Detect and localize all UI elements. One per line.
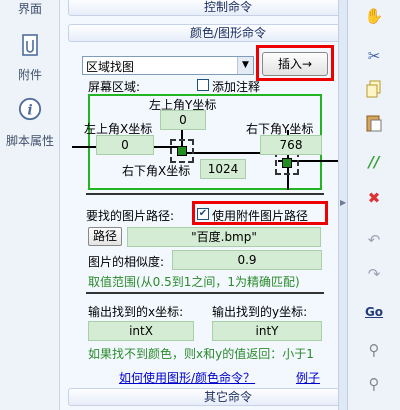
crosshair-icon[interactable]	[170, 139, 194, 163]
comment-icon[interactable]: //	[364, 152, 384, 172]
similarity-value: 0.9	[237, 253, 257, 267]
bottom-right-y-value: 768	[279, 138, 303, 152]
output-x-label: 输出找到的x坐标:	[88, 305, 184, 319]
command-panel: 控制命令 ︾ 颜色/图形命令 ︽ 区域找图 ▼ 插入→ 屏幕区域: 添加注释 左…	[60, 0, 388, 410]
output-x-field[interactable]: intX	[88, 321, 194, 341]
find-next-icon[interactable]: ⚲	[364, 374, 384, 394]
uncomment-icon[interactable]: ✖	[364, 188, 384, 208]
add-comment-checkbox[interactable]	[197, 79, 209, 91]
hand-icon[interactable]: ✋	[364, 6, 384, 26]
path-button[interactable]: 路径	[88, 227, 122, 246]
highlight-insert	[256, 45, 334, 81]
goto-icon[interactable]: Go	[364, 302, 384, 322]
image-path-label: 要找的图片路径:	[86, 209, 175, 223]
image-path-field[interactable]: "百度.bmp"	[127, 227, 321, 247]
bottom-right-y-field[interactable]: 768	[260, 135, 322, 155]
chevron-down-icon[interactable]: ▼	[237, 57, 253, 74]
nav-label-script-props: 脚本属性	[5, 134, 54, 148]
section-label: 控制命令	[203, 0, 252, 14]
splitter-arrow-icon[interactable]: ▶	[340, 198, 346, 207]
output-y-field[interactable]: intY	[212, 321, 322, 341]
command-select[interactable]: 区域找图 ▼	[82, 56, 254, 75]
command-select-value: 区域找图	[86, 60, 135, 74]
bottom-right-x-value: 1024	[207, 162, 239, 176]
section-label: 颜色/图形命令	[189, 26, 267, 40]
nav-item-script-props[interactable]: 脚本属性	[0, 132, 60, 149]
example-link[interactable]: 例子	[296, 369, 320, 386]
copy-icon[interactable]	[364, 80, 384, 100]
notfound-hint: 如果找不到颜色，则x和y的值返回：小于1	[88, 347, 314, 361]
attachment-icon[interactable]	[18, 32, 42, 58]
splitter[interactable]: ▶	[338, 0, 348, 410]
top-left-x-value: 0	[121, 138, 129, 152]
highlight-use-attachment	[192, 201, 328, 225]
find-icon[interactable]: ⚲	[364, 340, 384, 360]
bottom-right-x-label: 右下角X坐标	[122, 164, 191, 178]
paste-icon[interactable]	[364, 114, 384, 134]
howto-link[interactable]: 如何使用图形/颜色命令？	[119, 369, 255, 386]
nav-item-attachment[interactable]: 附件	[0, 66, 60, 83]
output-x-value: intX	[129, 324, 153, 338]
divider	[86, 292, 324, 294]
section-label: 其它命令	[203, 390, 252, 404]
nav-label-interface: 界面	[17, 2, 42, 16]
top-left-y-value: 0	[179, 113, 187, 127]
info-icon[interactable]: i	[18, 96, 42, 122]
similarity-field[interactable]: 0.9	[172, 250, 322, 270]
goto-label: Go	[364, 305, 384, 319]
output-y-value: intY	[255, 324, 279, 338]
top-left-x-field[interactable]: 0	[96, 135, 154, 155]
right-toolbar: ✋ ✂ // ✖ ↶ ↷ Go ⚲ ⚲	[348, 0, 400, 410]
path-button-label: 路径	[92, 229, 117, 243]
output-y-label: 输出找到的y坐标:	[212, 305, 308, 319]
range-hint: 取值范围(从0.5到1之间，1为精确匹配)	[88, 275, 300, 289]
bottom-right-x-field[interactable]: 1024	[200, 159, 246, 179]
add-comment-label: 添加注释	[212, 80, 261, 94]
divider	[86, 193, 324, 195]
top-left-y-field[interactable]: 0	[160, 110, 206, 130]
scissors-icon[interactable]: ✂	[364, 46, 384, 66]
nav-label-attachment: 附件	[17, 68, 42, 82]
region-label: 屏幕区域:	[88, 80, 141, 94]
redo-icon[interactable]: ↷	[364, 264, 384, 284]
nav-item-interface[interactable]: 界面	[0, 0, 60, 17]
undo-icon[interactable]: ↶	[364, 230, 384, 250]
image-path-value: "百度.bmp"	[191, 230, 257, 244]
svg-text:i: i	[27, 103, 32, 119]
similarity-label: 图片的相似度:	[88, 255, 165, 269]
left-nav: 界面 附件 i 脚本属性	[0, 0, 60, 410]
